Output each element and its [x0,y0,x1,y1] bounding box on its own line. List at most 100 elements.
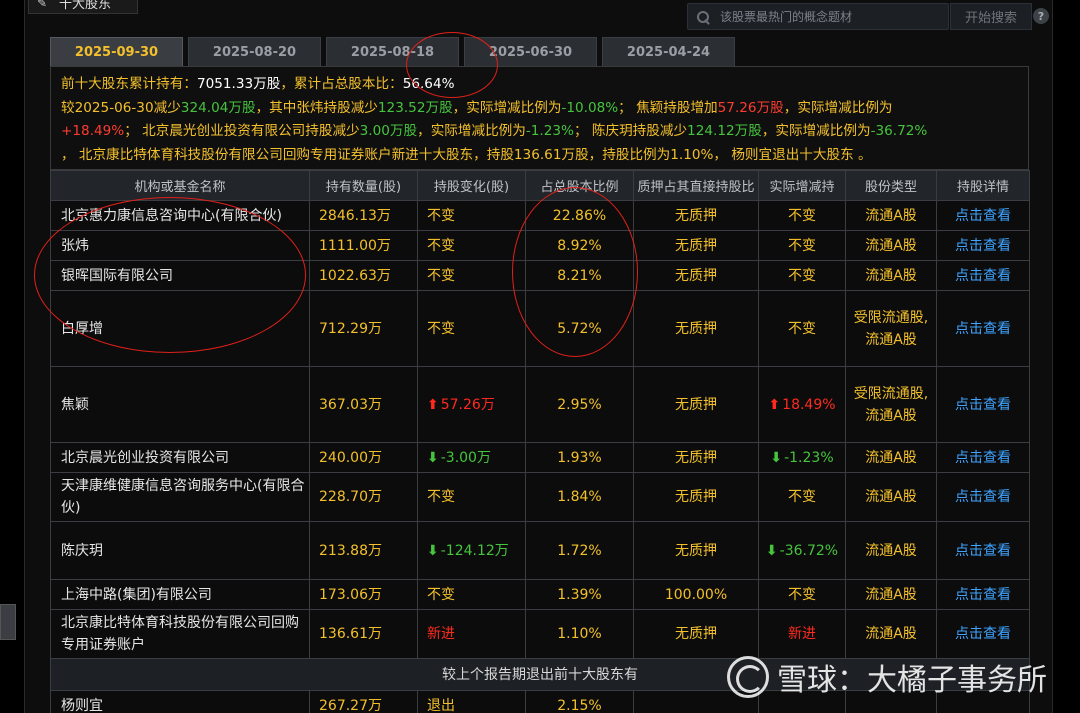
tab-2025-06-30[interactable]: 2025-06-30 [464,37,597,67]
report-date-tabs: 2025-09-30 2025-08-20 2025-08-18 2025-06… [50,37,735,67]
summary-zw-decrease: 123.52万股 [377,99,453,116]
holder-qty: 367.03万 [309,366,418,443]
snowball-logo-icon [727,656,769,698]
holder-change: ⬇ -3.00万 [417,442,526,473]
holder-change-value: 不变 [427,267,455,284]
summary-total-ratio: 56.64% [402,76,455,92]
holder-ratio: 2.95% [525,366,634,443]
holder-detail-link[interactable]: 点击查看 [936,290,1030,367]
summary-total-hold: 7051.33万股 [196,76,281,92]
summary-cqy-decrease: 124.12万股 [687,123,762,139]
holder-name: 银晖国际有限公司 [50,260,310,291]
col-header-detail: 持股详情 [936,170,1030,201]
holder-share-type: 流通A股 [845,579,937,610]
tab-2025-08-18[interactable]: 2025-08-18 [326,37,459,67]
holder-name: 北京惠力康信息咨询中心(有限合伙) [50,200,310,231]
table-row: 银晖国际有限公司 1022.63万 不变 8.21% 无质押 不变 流通A股 点击查看 [50,260,1030,291]
summary-text: ， 北京康比特体育科技股份有限公司回购专用证券账户新进十大股东，持股136.61… [61,146,872,163]
help-icon[interactable]: ? [1033,8,1049,24]
holder-share-type: 流通A股 [845,200,937,231]
table-row: 北京晨光创业投资有限公司 240.00万 ⬇ -3.00万 1.93% 无质押 ⬇ -1.23… [50,442,1030,473]
holder-change-value: -124.12万 [440,542,509,559]
holder-detail-link[interactable]: 点击查看 [936,260,1030,291]
holder-detail-link[interactable]: 点击查看 [936,442,1030,473]
holder-change: 不变 [417,230,526,261]
holder-qty: 213.88万 [309,521,418,580]
holder-pledge: 无质押 [633,521,759,580]
holder-detail-link[interactable]: 点击查看 [936,230,1030,261]
arrow-up-icon: ⬆ [427,396,439,413]
search-button[interactable]: 开始搜索 [950,3,1032,30]
holder-actual-change: ⬇ -36.72% [758,521,846,580]
holder-pledge: 无质押 [633,609,759,659]
summary-bj-ratio: -1.23% [525,123,574,139]
holder-detail-link[interactable]: 点击查看 [936,366,1030,443]
tab-2025-09-30[interactable]: 2025-09-30 [50,37,183,67]
summary-text: ； 焦颖持股增加 [618,99,718,116]
holder-detail-link[interactable]: 点击查看 [936,200,1030,231]
holder-pledge: 无质押 [633,200,759,231]
holder-qty: 1111.00万 [309,230,418,261]
search-icon [696,10,710,24]
table-row: 白厚增 712.29万 不变 5.72% 无质押 不变 受限流通股,流通A股 点击查看 [50,290,1030,367]
holder-actual-value: 不变 [788,267,816,284]
col-header-pledge: 质押占其直接持股比 [633,170,759,201]
holder-actual-value: -1.23% [784,449,834,466]
holder-pledge: 无质押 [633,230,759,261]
summary-text: 较2025-06-30减少 [61,99,181,116]
search-box[interactable] [687,3,949,30]
holder-change-value: 不变 [427,320,455,337]
holder-ratio: 1.72% [525,521,634,580]
holder-change: 新进 [417,609,526,659]
holder-qty: 136.61万 [309,609,418,659]
holder-pledge: 无质押 [633,366,759,443]
holder-change: 不变 [417,290,526,367]
holder-change-value: 不变 [427,489,455,505]
holder-change-value: 不变 [427,237,455,254]
holder-change: 不变 [417,472,526,522]
holder-change-value: 不变 [427,207,455,224]
exit-holder-ratio: 2.15% [525,690,634,713]
holder-actual-value: 18.49% [782,396,836,413]
holder-name: 陈庆玥 [50,521,310,580]
summary-jy-ratio: +18.49% [61,123,125,139]
holder-share-type: 流通A股 [845,230,937,261]
holder-qty: 2846.13万 [309,200,418,231]
holder-ratio: 5.72% [525,290,634,367]
col-header-actual: 实际增减持 [758,170,846,201]
col-header-qty: 持有数量(股) [309,170,418,201]
table-body: 北京惠力康信息咨询中心(有限合伙) 2846.13万 不变 22.86% 无质押 不变 流通… [50,200,1030,713]
watermark: 雪球：大橘子事务所 [727,654,1057,700]
table-row: 北京康比特体育科技股份有限公司回购专用证券账户 136.61万 新进 1.10% 无质押… [50,609,1030,659]
holder-name: 焦颖 [50,366,310,443]
holder-name: 上海中路(集团)有限公司 [50,579,310,610]
top-shareholders-table: 机构或基金名称 持有数量(股) 持股变化(股) 占总股本比例 质押占其直接持股比… [50,170,1030,713]
holder-actual-change: 不变 [758,230,846,261]
holder-change: 不变 [417,200,526,231]
exit-holder-qty: 267.27万 [309,690,418,713]
holder-detail-link[interactable]: 点击查看 [936,579,1030,610]
holder-ratio: 8.92% [525,230,634,261]
side-handle[interactable] [0,604,16,640]
arrow-down-icon: ⬇ [765,542,778,559]
holder-actual-value: -36.72% [779,542,839,559]
summary-bj-decrease: 3.00万股 [359,123,418,139]
col-header-type: 股份类型 [845,170,937,201]
holder-detail-link[interactable]: 点击查看 [936,472,1030,522]
holder-share-type: 流通A股 [845,442,937,473]
holder-share-type: 流通A股 [845,260,937,291]
tab-2025-04-24[interactable]: 2025-04-24 [602,37,735,67]
holder-ratio: 1.10% [525,609,634,659]
search-input[interactable] [720,9,940,24]
holder-pledge: 100.00% [633,579,759,610]
holder-ratio: 22.86% [525,200,634,231]
summary-text: ，实际增减比例为 [761,123,871,139]
holder-detail-link[interactable]: 点击查看 [936,521,1030,580]
tab-2025-08-20[interactable]: 2025-08-20 [188,37,321,67]
holder-share-type: 流通A股 [845,521,937,580]
holder-name: 北京康比特体育科技股份有限公司回购专用证券账户 [50,609,310,659]
arrow-up-icon: ⬆ [768,396,781,413]
holder-actual-change: 不变 [758,260,846,291]
panel-header: ✎ 十大股东 [28,0,138,14]
holder-detail-link[interactable]: 点击查看 [936,609,1030,659]
